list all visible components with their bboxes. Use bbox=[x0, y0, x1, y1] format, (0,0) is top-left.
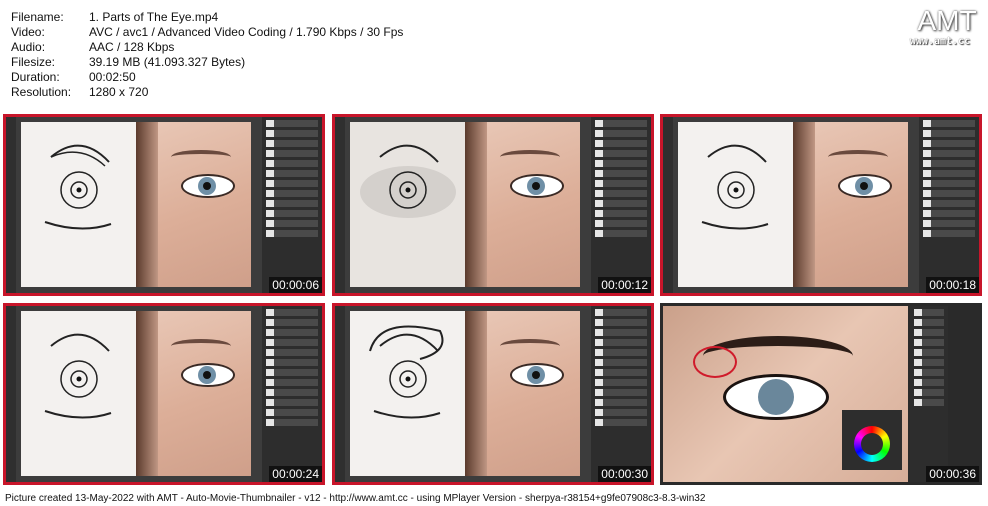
info-label: Audio: bbox=[11, 40, 46, 54]
info-value: 1280 x 720 bbox=[89, 85, 149, 99]
highlight-mark bbox=[693, 346, 737, 378]
video-frame bbox=[335, 306, 651, 482]
info-label: Video: bbox=[11, 25, 45, 39]
layers-panel bbox=[262, 117, 322, 293]
info-label: Filesize: bbox=[11, 55, 56, 69]
info-value: 39.19 MB (41.093.327 Bytes) bbox=[89, 55, 246, 69]
info-row-video: Video: AVC / avc1 / Advanced Video Coding… bbox=[11, 25, 403, 40]
layers-panel bbox=[919, 117, 979, 293]
reference-photo bbox=[793, 122, 908, 287]
info-row-resolution: Resolution: 1280 x 720 bbox=[11, 85, 403, 100]
info-value: 1. Parts of The Eye.mp4 bbox=[89, 10, 219, 24]
reference-photo bbox=[465, 122, 580, 287]
thumbnail-2[interactable]: 00:00:12 bbox=[332, 114, 654, 296]
timestamp: 00:00:36 bbox=[926, 466, 979, 482]
amt-logo: AMT www.amt.cc bbox=[910, 5, 978, 48]
toolbar-strip bbox=[335, 306, 345, 482]
logo-text: AMT bbox=[917, 5, 977, 36]
canvas bbox=[21, 122, 251, 287]
video-frame bbox=[663, 117, 979, 293]
timestamp: 00:00:18 bbox=[926, 277, 979, 293]
eye-sketch bbox=[21, 122, 136, 287]
timestamp: 00:00:30 bbox=[598, 466, 651, 482]
timestamp: 00:00:06 bbox=[269, 277, 322, 293]
eye-sketch bbox=[678, 122, 793, 287]
video-frame bbox=[335, 117, 651, 293]
info-row-duration: Duration: 00:02:50 bbox=[11, 70, 403, 85]
layers-panel bbox=[910, 306, 948, 482]
timestamp: 00:00:24 bbox=[269, 466, 322, 482]
eye-sketch bbox=[350, 122, 465, 287]
info-value: AAC / 128 Kbps bbox=[89, 40, 175, 54]
toolbar-strip bbox=[335, 117, 345, 293]
color-picker-panel bbox=[842, 410, 902, 470]
thumbnail-6[interactable]: 00:00:36 bbox=[660, 303, 982, 485]
info-value: AVC / avc1 / Advanced Video Coding / 1.7… bbox=[89, 25, 404, 39]
thumbnail-1[interactable]: 00:00:06 bbox=[3, 114, 325, 296]
footer-credit: Picture created 13-May-2022 with AMT - A… bbox=[5, 493, 706, 504]
info-label: Duration: bbox=[11, 70, 60, 84]
reference-photo bbox=[465, 311, 580, 476]
canvas bbox=[678, 122, 908, 287]
color-wheel-icon bbox=[854, 426, 890, 462]
canvas bbox=[21, 311, 251, 476]
file-info: Filename: 1. Parts of The Eye.mp4 Video: A… bbox=[11, 10, 403, 100]
info-row-filesize: Filesize: 39.19 MB (41.093.327 Bytes) bbox=[11, 55, 403, 70]
thumbnail-3[interactable]: 00:00:18 bbox=[660, 114, 982, 296]
eye-sketch bbox=[350, 311, 465, 476]
info-label: Resolution: bbox=[11, 85, 72, 99]
info-row-filename: Filename: 1. Parts of The Eye.mp4 bbox=[11, 10, 403, 25]
eye-closeup-photo bbox=[663, 306, 908, 482]
info-value: 00:02:50 bbox=[89, 70, 136, 84]
video-frame bbox=[6, 117, 322, 293]
layers-panel bbox=[591, 117, 651, 293]
video-frame bbox=[6, 306, 322, 482]
logo-url: www.amt.cc bbox=[909, 36, 971, 47]
toolbar-strip bbox=[6, 306, 16, 482]
timestamp: 00:00:12 bbox=[598, 277, 651, 293]
reference-photo bbox=[136, 311, 251, 476]
info-row-audio: Audio: AAC / 128 Kbps bbox=[11, 40, 403, 55]
canvas bbox=[350, 122, 580, 287]
toolbar-strip bbox=[663, 117, 673, 293]
layers-panel bbox=[262, 306, 322, 482]
canvas bbox=[350, 311, 580, 476]
eye-sketch bbox=[21, 311, 136, 476]
reference-photo bbox=[136, 122, 251, 287]
thumbnail-4[interactable]: 00:00:24 bbox=[3, 303, 325, 485]
info-label: Filename: bbox=[11, 10, 64, 24]
thumbnail-5[interactable]: 00:00:30 bbox=[332, 303, 654, 485]
toolbar-strip bbox=[6, 117, 16, 293]
layers-panel bbox=[591, 306, 651, 482]
